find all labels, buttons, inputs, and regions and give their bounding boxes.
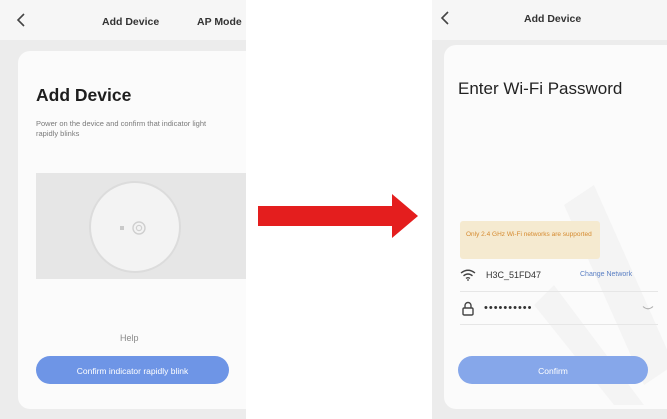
page-title: Add Device [36, 85, 132, 105]
right-arrow-icon [258, 194, 418, 238]
change-network-link[interactable]: Change Network [580, 271, 632, 278]
nav-title: Add Device [102, 16, 160, 28]
content-card: Add Device Power on the device and confi… [18, 51, 246, 409]
chevron-left-icon[interactable] [16, 13, 26, 27]
divider [460, 324, 658, 325]
lock-icon [462, 301, 474, 316]
wifi-password-screen: Add Device Enter Wi-Fi Password Only 2.4… [432, 0, 667, 419]
device-illustration [36, 173, 246, 279]
network-ssid: H3C_51FD47 [486, 270, 542, 280]
chevron-left-icon[interactable] [440, 11, 450, 25]
indicator-light [120, 226, 124, 230]
wifi-icon [460, 269, 476, 281]
content-card: Enter Wi-Fi Password Only 2.4 GHz Wi-Fi … [444, 45, 667, 409]
device-power-button-icon [132, 221, 146, 235]
eye-closed-icon[interactable] [642, 305, 654, 312]
device-body [91, 183, 179, 271]
instruction-text: Power on the device and confirm that ind… [36, 119, 207, 138]
help-link[interactable]: Help [120, 333, 139, 343]
add-device-screen: Add Device AP Mode Add Device Power on t… [0, 0, 246, 419]
nav-bar: Add Device [432, 0, 667, 40]
nav-title: Add Device [524, 13, 582, 25]
confirm-button[interactable]: Confirm [458, 356, 648, 384]
page-title: Enter Wi-Fi Password [458, 79, 623, 98]
band-notice: Only 2.4 GHz Wi-Fi networks are supporte… [460, 221, 600, 259]
notice-text: Only 2.4 GHz Wi-Fi networks are supporte… [466, 231, 592, 238]
confirm-blink-button[interactable]: Confirm indicator rapidly blink [36, 356, 229, 384]
password-input[interactable] [484, 300, 634, 316]
ap-mode-link[interactable]: AP Mode [197, 16, 242, 28]
divider [460, 291, 658, 292]
nav-bar: Add Device AP Mode [0, 0, 246, 40]
